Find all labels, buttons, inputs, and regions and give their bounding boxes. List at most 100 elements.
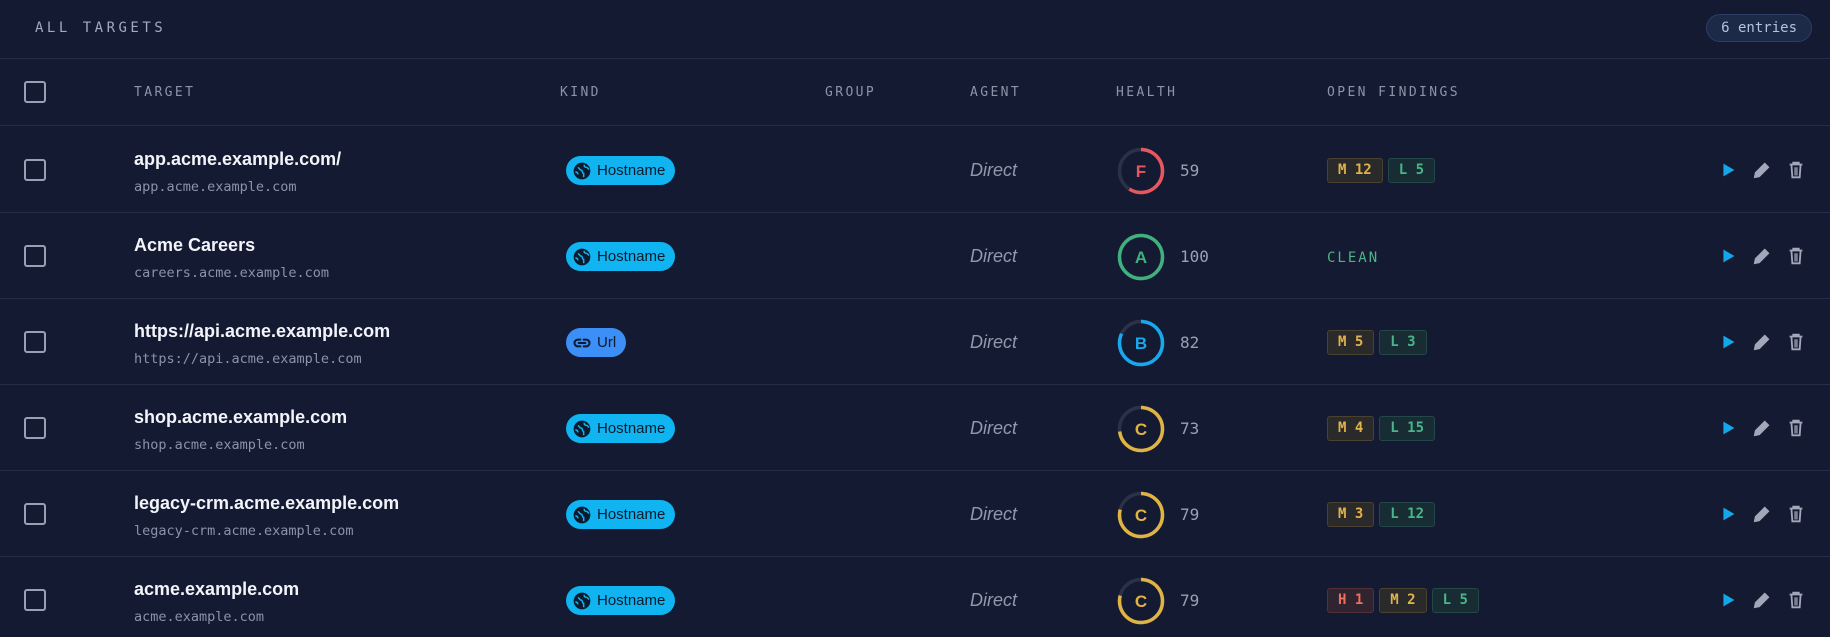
agent-label: Direct [970, 160, 1018, 180]
open-findings: M 12 L 5 [1327, 158, 1436, 183]
edit-button[interactable] [1750, 330, 1774, 354]
play-icon [1723, 335, 1735, 349]
column-header-agent[interactable]: AGENT [970, 85, 1021, 100]
finding-badge[interactable]: L 12 [1379, 502, 1436, 527]
entries-count-badge: 6 entries [1706, 14, 1812, 42]
health-score: 59 [1180, 161, 1200, 180]
finding-badge[interactable]: M 5 [1327, 330, 1375, 355]
column-header-target[interactable]: TARGET [134, 85, 195, 100]
trash-icon [1789, 247, 1803, 265]
table-row[interactable]: app.acme.example.com/app.acme.example.co… [0, 127, 1830, 213]
run-scan-button[interactable] [1716, 330, 1740, 354]
row-checkbox[interactable] [24, 159, 46, 181]
kind-badge: Url [566, 328, 627, 357]
finding-badge[interactable]: L 15 [1379, 416, 1436, 441]
agent-label: Direct [970, 332, 1018, 352]
target-address: legacy-crm.acme.example.com [134, 523, 354, 539]
target-address: careers.acme.example.com [134, 265, 330, 281]
delete-button[interactable] [1784, 158, 1808, 182]
kind-label: Url [597, 334, 617, 351]
finding-badge[interactable]: L 5 [1431, 588, 1479, 613]
globe-icon [573, 248, 591, 265]
run-scan-button[interactable] [1716, 416, 1740, 440]
pencil-icon [1753, 506, 1770, 523]
row-checkbox[interactable] [24, 331, 46, 353]
row-checkbox[interactable] [24, 417, 46, 439]
kind-label: Hostname [597, 248, 666, 265]
target-name[interactable]: acme.example.com [134, 579, 299, 600]
health-grade: C [1135, 420, 1147, 439]
kind-badge: Hostname [566, 500, 676, 529]
edit-button[interactable] [1750, 588, 1774, 612]
run-scan-button[interactable] [1716, 588, 1740, 612]
finding-badge[interactable]: M 12 [1327, 158, 1383, 183]
health-gauge: B [1117, 319, 1165, 367]
row-actions [1716, 244, 1808, 268]
delete-button[interactable] [1784, 244, 1808, 268]
kind-badge: Hostname [566, 586, 676, 615]
table-row[interactable]: https://api.acme.example.com https://api.… [0, 299, 1830, 385]
table-row[interactable]: shop.acme.example.com shop.acme.example.c… [0, 385, 1830, 471]
finding-badge[interactable]: M 3 [1327, 502, 1375, 527]
finding-badge[interactable]: H 1 [1327, 588, 1375, 613]
row-checkbox[interactable] [24, 503, 46, 525]
table-row[interactable]: Acme Careers careers.acme.example.com Host… [0, 213, 1830, 299]
finding-badge[interactable]: M 4 [1327, 416, 1375, 441]
column-header-health[interactable]: HEALTH [1116, 85, 1177, 100]
trash-icon [1789, 161, 1803, 179]
section-title: ALL TARGETS [35, 20, 167, 36]
finding-badge[interactable]: L 5 [1387, 158, 1436, 183]
health-score: 100 [1180, 247, 1209, 266]
target-address: shop.acme.example.com [134, 437, 305, 453]
kind-badge: Hostname [566, 156, 676, 185]
edit-button[interactable] [1750, 244, 1774, 268]
health-score: 73 [1180, 419, 1200, 438]
run-scan-button[interactable] [1716, 244, 1740, 268]
edit-button[interactable] [1750, 158, 1774, 182]
run-scan-button[interactable] [1716, 158, 1740, 182]
row-actions [1716, 502, 1808, 526]
play-icon [1723, 593, 1735, 607]
column-header-open-findings[interactable]: OPEN FINDINGS [1327, 85, 1460, 100]
kind-badge: Hostname [566, 242, 676, 271]
globe-icon [573, 506, 591, 523]
agent-label: Direct [970, 418, 1018, 438]
column-header-group[interactable]: GROUP [825, 85, 876, 100]
edit-button[interactable] [1750, 502, 1774, 526]
edit-button[interactable] [1750, 416, 1774, 440]
delete-button[interactable] [1784, 416, 1808, 440]
run-scan-button[interactable] [1716, 502, 1740, 526]
row-checkbox[interactable] [24, 245, 46, 267]
health-grade: C [1135, 506, 1147, 525]
open-findings: M 5L 3 [1327, 330, 1427, 355]
pencil-icon [1753, 334, 1770, 351]
select-all-checkbox[interactable] [24, 81, 46, 103]
target-name[interactable]: Acme Careers [134, 235, 255, 256]
health-score: 79 [1180, 591, 1200, 610]
delete-button[interactable] [1784, 330, 1808, 354]
target-name[interactable]: app.acme.example.com/ [134, 149, 341, 170]
kind-label: Hostname [597, 592, 666, 609]
open-findings: H 1M 2L 5 [1327, 588, 1479, 613]
kind-label: Hostname [597, 162, 666, 179]
finding-badge[interactable]: M 2 [1379, 588, 1427, 613]
health-grade: C [1135, 592, 1147, 611]
target-address: https://api.acme.example.com [134, 351, 362, 367]
row-actions [1716, 158, 1808, 182]
finding-badge[interactable]: L 3 [1379, 330, 1427, 355]
target-name[interactable]: shop.acme.example.com [134, 407, 347, 428]
health-gauge: C [1117, 405, 1165, 453]
column-header-kind[interactable]: KIND [560, 85, 601, 100]
trash-icon [1789, 419, 1803, 437]
delete-button[interactable] [1784, 588, 1808, 612]
table-row[interactable]: legacy-crm.acme.example.com legacy-crm.ac… [0, 471, 1830, 557]
health-grade: F [1136, 162, 1146, 181]
delete-button[interactable] [1784, 502, 1808, 526]
target-name[interactable]: legacy-crm.acme.example.com [134, 493, 399, 514]
table-row[interactable]: acme.example.com acme.example.com Hostname… [0, 557, 1830, 637]
row-actions [1716, 416, 1808, 440]
target-name[interactable]: https://api.acme.example.com [134, 321, 390, 342]
trash-icon [1789, 591, 1803, 609]
health-score: 82 [1180, 333, 1200, 352]
row-checkbox[interactable] [24, 589, 46, 611]
